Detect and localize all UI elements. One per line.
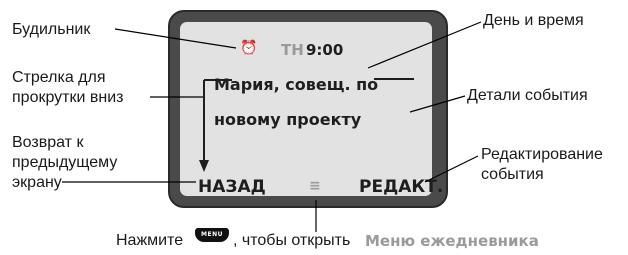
instruction-prefix: Нажмите — [116, 232, 184, 249]
scroll-down-arrow-icon — [199, 79, 232, 172]
instruction-middle: , чтобы открыть — [233, 232, 351, 249]
menu-key-icon: MENU — [195, 228, 229, 242]
instruction-menu-name: Меню ежедневника — [365, 232, 539, 250]
